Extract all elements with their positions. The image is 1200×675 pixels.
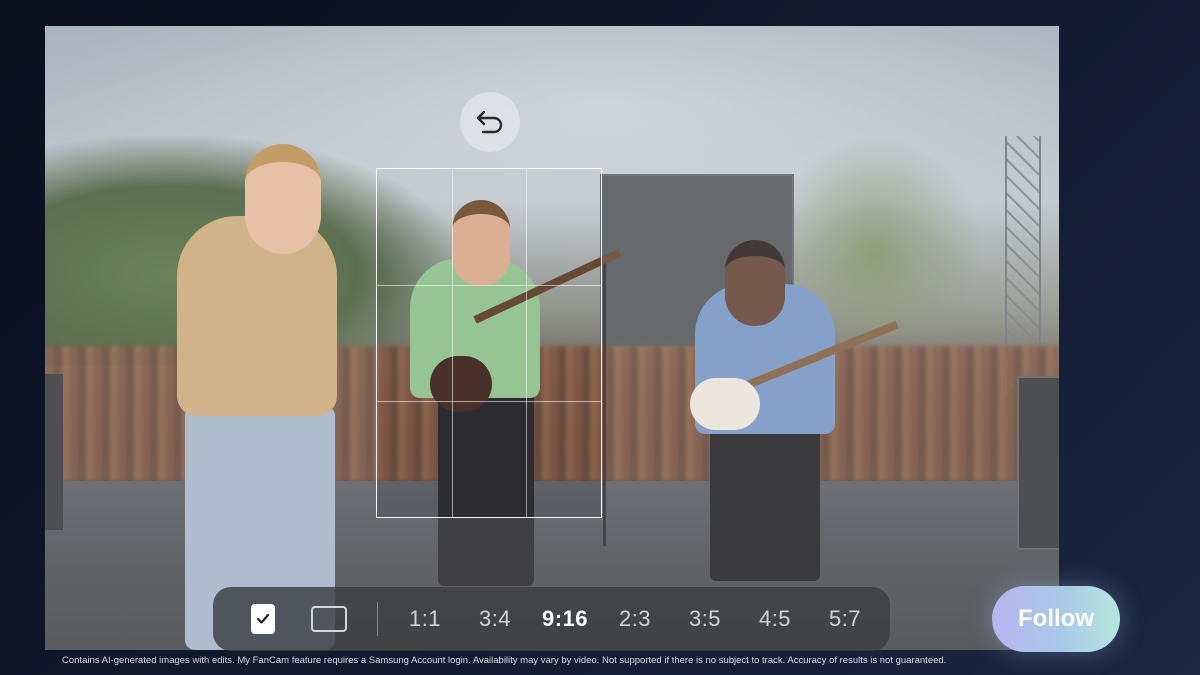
ratio-3-4[interactable]: 3:4 (460, 606, 530, 632)
guitarist-right-legs (710, 416, 820, 581)
ratio-3-5[interactable]: 3:5 (670, 606, 740, 632)
concert-photo (45, 26, 1059, 650)
follow-button[interactable]: Follow (992, 586, 1120, 652)
aspect-ratio-toolbar: 1:1 3:4 9:16 2:3 3:5 4:5 5:7 (213, 587, 890, 651)
crop-grid-line (451, 169, 453, 517)
undo-arrow-icon (476, 110, 503, 134)
singer-jacket (177, 216, 337, 416)
widescreen-button[interactable] (305, 595, 353, 643)
fit-subject-button[interactable] (239, 595, 287, 643)
crop-grid-line (526, 169, 528, 517)
wide-frame-icon (311, 606, 347, 632)
amplifier-left (45, 374, 63, 530)
ratio-5-7[interactable]: 5:7 (810, 606, 880, 632)
crop-frame[interactable] (376, 168, 602, 518)
toolbar-divider (377, 602, 378, 636)
singer-head (245, 144, 321, 254)
crop-grid-line (377, 400, 601, 402)
disclaimer-text: Contains AI-generated images with edits.… (62, 655, 947, 666)
amplifier-right (1017, 376, 1059, 550)
mic-stand (603, 256, 606, 546)
ratio-4-5[interactable]: 4:5 (740, 606, 810, 632)
ratio-2-3[interactable]: 2:3 (600, 606, 670, 632)
ratio-9-16[interactable]: 9:16 (530, 606, 600, 632)
ratio-1-1[interactable]: 1:1 (390, 606, 460, 632)
undo-button[interactable] (460, 92, 520, 152)
bass-right-body (690, 378, 760, 430)
checkmark-icon (251, 604, 275, 634)
guitarist-right-head (725, 240, 785, 326)
crop-grid-line (377, 284, 601, 286)
